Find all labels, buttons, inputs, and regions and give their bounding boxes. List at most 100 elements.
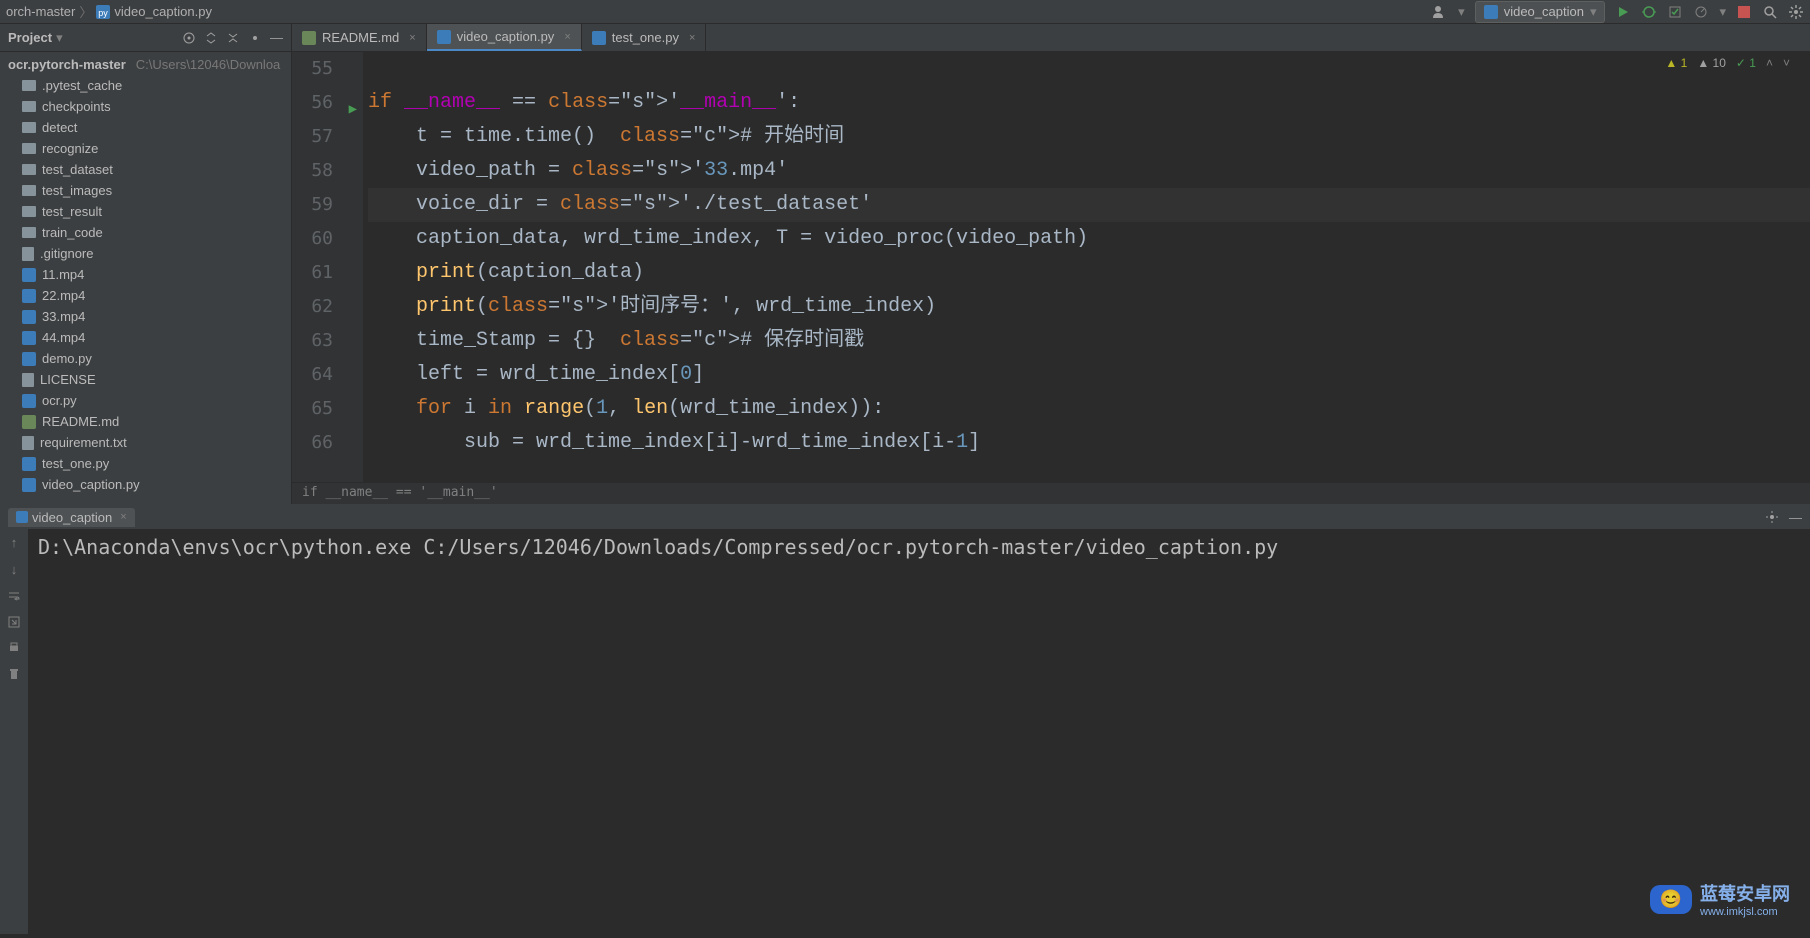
code-line[interactable]: video_path = class="s">'33.mp4': [368, 154, 1810, 188]
editor-tab-label: test_one.py: [612, 30, 679, 45]
project-panel: Project ▾ — ocr.pytorch-master C:\Users\…: [0, 24, 292, 504]
tree-item-label: test_result: [42, 204, 102, 219]
editor-tab[interactable]: README.md×: [292, 24, 427, 51]
tree-item[interactable]: test_result: [0, 201, 291, 222]
project-panel-title[interactable]: Project: [8, 30, 52, 45]
chevron-up-icon[interactable]: ˄: [1766, 56, 1773, 70]
tree-item[interactable]: test_one.py: [0, 453, 291, 474]
run-icon[interactable]: [1615, 4, 1631, 20]
tree-item[interactable]: 33.mp4: [0, 306, 291, 327]
tree-item[interactable]: README.md: [0, 411, 291, 432]
tree-item[interactable]: detect: [0, 117, 291, 138]
tree-item[interactable]: checkpoints: [0, 96, 291, 117]
watermark: 😊 蓝莓安卓网 www.imkjsl.com: [1650, 880, 1790, 918]
code-line[interactable]: time_Stamp = {} class="c"># 保存时间戳: [368, 324, 1810, 358]
tree-item[interactable]: 44.mp4: [0, 327, 291, 348]
tree-item-label: test_one.py: [42, 456, 109, 471]
tree-item[interactable]: .pytest_cache: [0, 75, 291, 96]
file-icon: [22, 436, 34, 450]
tree-item[interactable]: test_images: [0, 180, 291, 201]
code-line[interactable]: voice_dir = class="s">'./test_dataset': [368, 188, 1810, 222]
tree-item[interactable]: requirement.txt: [0, 432, 291, 453]
tree-item[interactable]: demo.py: [0, 348, 291, 369]
warning-badge[interactable]: ▲ 1: [1665, 56, 1687, 70]
expand-all-icon[interactable]: [204, 30, 218, 45]
chevron-down-icon[interactable]: ▾: [56, 30, 63, 46]
code-line[interactable]: if __name__ == class="s">'__main__':: [368, 86, 1810, 120]
tree-item[interactable]: train_code: [0, 222, 291, 243]
close-icon[interactable]: ×: [689, 32, 695, 44]
tree-item-label: LICENSE: [40, 372, 96, 387]
tree-item[interactable]: 22.mp4: [0, 285, 291, 306]
tree-item-label: recognize: [42, 141, 98, 156]
code-line[interactable]: left = wrd_time_index[0]: [368, 358, 1810, 392]
code-line[interactable]: sub = wrd_time_index[i]-wrd_time_index[i…: [368, 426, 1810, 460]
run-tab[interactable]: video_caption ×: [8, 508, 135, 527]
breadcrumb-file[interactable]: video_caption.py: [114, 4, 212, 19]
code-line[interactable]: for i in range(1, len(wrd_time_index)):: [368, 392, 1810, 426]
debug-icon[interactable]: [1641, 4, 1657, 20]
folder-icon: [22, 122, 36, 133]
user-icon[interactable]: [1432, 4, 1448, 20]
settings-gear-icon[interactable]: [1788, 4, 1804, 20]
tree-item-label: test_images: [42, 183, 112, 198]
dropdown-chevron-icon[interactable]: ▾: [1458, 4, 1465, 20]
print-icon[interactable]: [7, 641, 21, 655]
run-tabs: video_caption × —: [0, 505, 1810, 529]
markdown-file-icon: [22, 415, 36, 429]
console-toolbar: ↑ ↓: [0, 529, 28, 934]
tree-item[interactable]: test_dataset: [0, 159, 291, 180]
close-icon[interactable]: ×: [564, 31, 570, 43]
code-content[interactable]: if __name__ == class="s">'__main__': t =…: [364, 52, 1810, 482]
chevron-down-icon[interactable]: ˅: [1783, 56, 1790, 70]
code-breadcrumb[interactable]: if __name__ == '__main__': [292, 482, 1810, 504]
chevron-down-icon[interactable]: ▾: [1719, 4, 1726, 20]
tree-item[interactable]: recognize: [0, 138, 291, 159]
trash-icon[interactable]: [7, 667, 21, 681]
down-arrow-icon[interactable]: ↓: [11, 562, 18, 577]
profile-icon[interactable]: [1693, 4, 1709, 20]
coverage-icon[interactable]: [1667, 4, 1683, 20]
ok-badge[interactable]: ✓ 1: [1736, 56, 1756, 70]
weak-warning-badge[interactable]: ▲ 10: [1697, 56, 1726, 70]
tree-item[interactable]: ocr.py: [0, 390, 291, 411]
code-line[interactable]: [368, 52, 1810, 86]
code-line[interactable]: t = time.time() class="c"># 开始时间: [368, 120, 1810, 154]
search-icon[interactable]: [1762, 4, 1778, 20]
collapse-all-icon[interactable]: [226, 30, 240, 45]
console-output[interactable]: D:\Anaconda\envs\ocr\python.exe C:/Users…: [28, 529, 1810, 934]
tree-item-label: checkpoints: [42, 99, 111, 114]
tree-item[interactable]: .gitignore: [0, 243, 291, 264]
breadcrumb-project[interactable]: orch-master: [6, 4, 75, 19]
gear-icon[interactable]: [248, 30, 262, 45]
python-file-icon: [22, 268, 36, 282]
code-line[interactable]: print(class="s">'时间序号：', wrd_time_index): [368, 290, 1810, 324]
wrap-icon[interactable]: [7, 589, 21, 603]
folder-icon: [22, 206, 36, 217]
project-panel-header: Project ▾ —: [0, 24, 291, 52]
tree-item[interactable]: video_caption.py: [0, 474, 291, 495]
minimize-icon[interactable]: —: [1789, 510, 1802, 525]
close-icon[interactable]: ×: [120, 511, 126, 523]
gear-icon[interactable]: [1765, 510, 1779, 525]
python-file-icon: [22, 352, 36, 366]
up-arrow-icon[interactable]: ↑: [11, 535, 18, 550]
python-file-icon: [22, 457, 36, 471]
tree-item[interactable]: 11.mp4: [0, 264, 291, 285]
editor-tab[interactable]: test_one.py ×: [582, 24, 707, 51]
scroll-to-end-icon[interactable]: [7, 615, 21, 629]
minimize-icon[interactable]: —: [270, 30, 283, 45]
locate-icon[interactable]: [182, 30, 196, 45]
project-root[interactable]: ocr.pytorch-master C:\Users\12046\Downlo…: [0, 54, 291, 75]
stop-icon[interactable]: [1736, 4, 1752, 20]
run-line-marker-icon[interactable]: ▶: [349, 92, 357, 126]
project-tree[interactable]: ocr.pytorch-master C:\Users\12046\Downlo…: [0, 52, 291, 504]
close-icon[interactable]: ×: [409, 32, 415, 44]
tree-item[interactable]: LICENSE: [0, 369, 291, 390]
code-line[interactable]: caption_data, wrd_time_index, T = video_…: [368, 222, 1810, 256]
code-line[interactable]: print(caption_data): [368, 256, 1810, 290]
project-root-name: ocr.pytorch-master: [8, 57, 126, 72]
python-file-icon: [22, 310, 36, 324]
editor-tab[interactable]: video_caption.py×: [427, 24, 582, 51]
run-config-dropdown[interactable]: video_caption ▾: [1475, 1, 1606, 23]
